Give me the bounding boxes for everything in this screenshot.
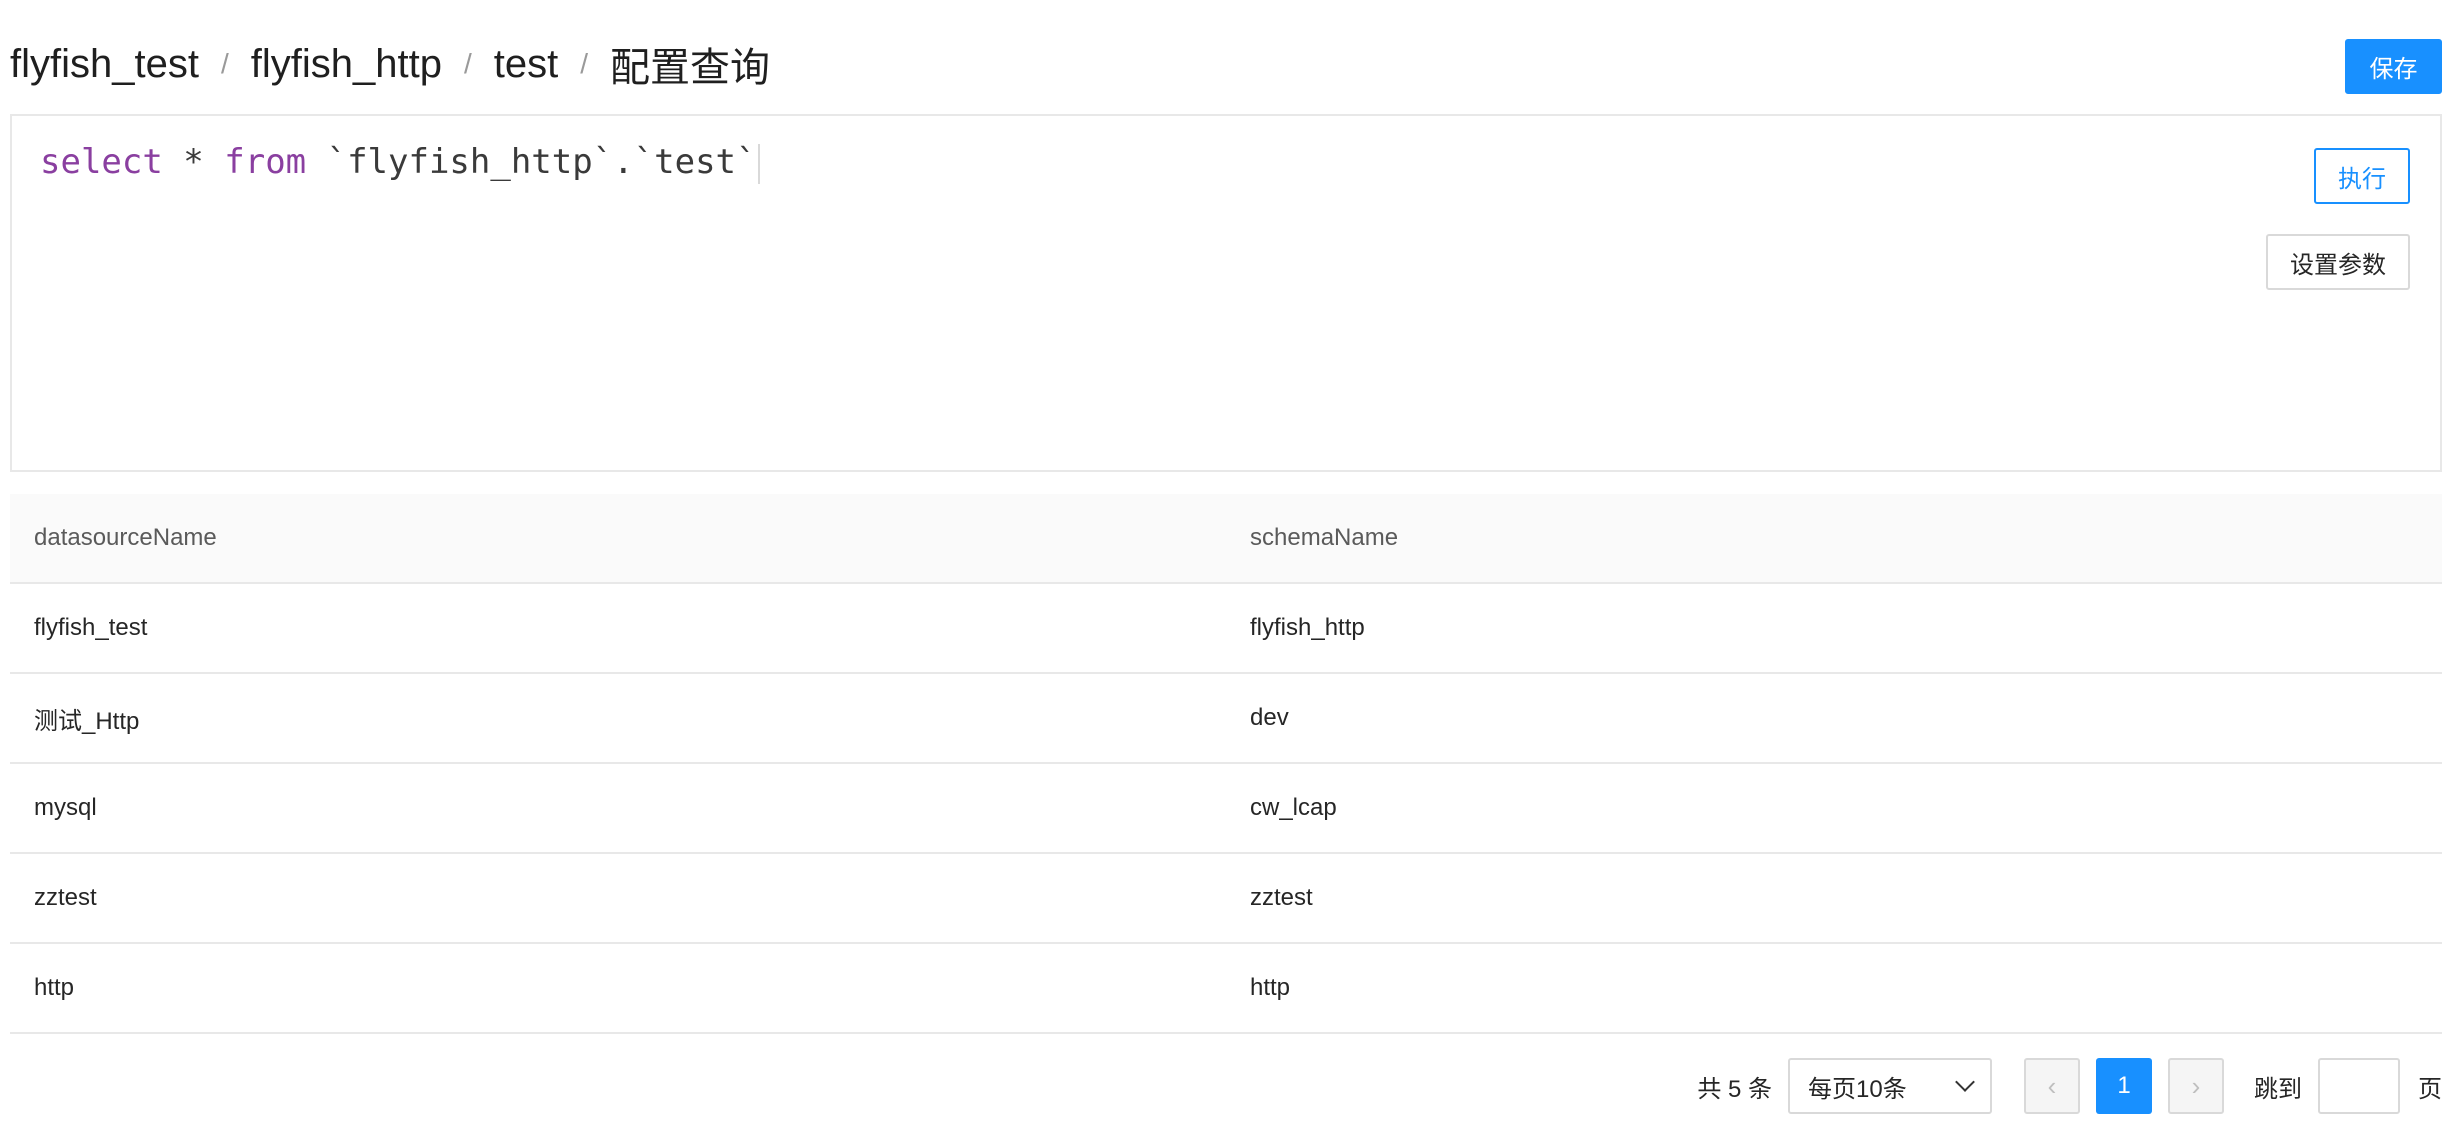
cell-schema-name: zztest [1250,884,1313,911]
page-size-select[interactable]: 每页10条 [1788,1058,1992,1114]
table-row: http http [10,944,2442,1034]
cell-schema-name: cw_lcap [1250,794,1337,821]
cell-datasource-name: flyfish_test [34,614,148,641]
jump-page-input[interactable] [2318,1058,2400,1114]
text-cursor [758,143,761,184]
total-count: 共 5 条 [1697,1075,1772,1103]
result-table: datasourceName schemaName flyfish_test f… [10,494,2442,1034]
breadcrumb-separator: / [220,48,229,79]
cell-schema-name: flyfish_http [1250,614,1365,641]
column-header-schema-name: schemaName [1250,524,1399,551]
page-title: 配置查询 [610,46,771,90]
run-button[interactable]: 执行 [2314,148,2410,204]
jump-label: 跳到 [2254,1075,2302,1103]
chevron-right-icon: › [2191,1070,2201,1101]
sql-keyword-select: select [40,142,163,182]
table-row: zztest zztest [10,854,2442,944]
cell-schema-name: dev [1250,704,1289,731]
breadcrumb-item-datasource[interactable]: flyfish_test [10,42,199,87]
sql-keyword-from: from [224,142,307,182]
breadcrumb-item-table[interactable]: test [494,42,558,87]
set-params-button[interactable]: 设置参数 [2266,234,2410,290]
table-header: datasourceName schemaName [10,494,2442,584]
chevron-down-icon [1955,1072,1975,1092]
pagination: 共 5 条 每页10条 ‹ 1 › 跳到 页 [1697,1057,2442,1115]
breadcrumb-separator: / [463,48,472,79]
table-row: 测试_Http dev [10,674,2442,764]
table-row: mysql cw_lcap [10,764,2442,854]
breadcrumb-separator: / [580,48,589,79]
jump-suffix: 页 [2418,1075,2442,1103]
prev-page-button[interactable]: ‹ [2024,1058,2080,1114]
breadcrumb: flyfish_test / flyfish_http / test / 配置查… [10,36,770,92]
save-button[interactable]: 保存 [2345,39,2442,94]
chevron-left-icon: ‹ [2047,1070,2057,1101]
cell-datasource-name: http [34,974,75,1001]
page: flyfish_test / flyfish_http / test / 配置查… [0,0,2450,1146]
sql-star: * [162,142,225,182]
sql-code-line[interactable]: select * from `flyfish_http`.`test` [40,138,761,186]
sql-table-ref: `flyfish_http`.`test` [306,142,757,182]
breadcrumb-item-schema[interactable]: flyfish_http [251,42,442,87]
next-page-button[interactable]: › [2168,1058,2224,1114]
page-number-current[interactable]: 1 [2096,1058,2152,1114]
page-size-value: 每页10条 [1808,1075,1907,1103]
table-row: flyfish_test flyfish_http [10,584,2442,674]
column-header-datasource-name: datasourceName [34,524,217,551]
sql-editor[interactable]: select * from `flyfish_http`.`test` 执行 设… [10,114,2442,472]
cell-datasource-name: 测试_Http [34,707,140,735]
cell-schema-name: http [1250,974,1291,1001]
cell-datasource-name: zztest [34,884,97,911]
cell-datasource-name: mysql [34,794,97,821]
